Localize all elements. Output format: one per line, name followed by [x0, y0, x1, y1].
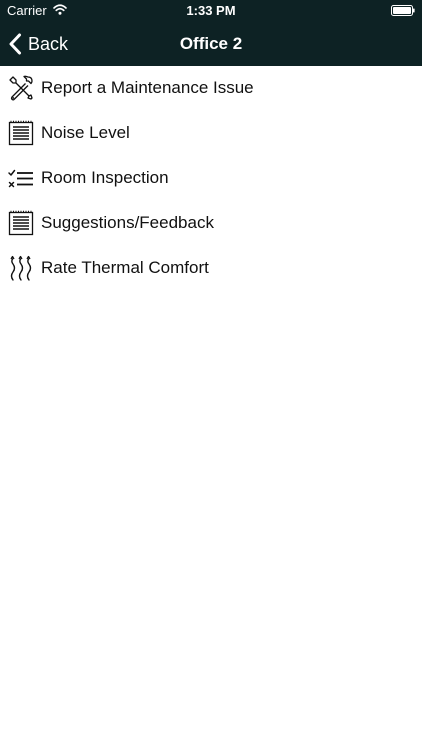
page-title: Office 2	[179, 34, 243, 53]
status-bar: Carrier 1:33 PM	[0, 0, 422, 22]
top-bar: Carrier 1:33 PM Back Office 2	[0, 0, 422, 66]
heat-waves-icon	[10, 255, 32, 281]
menu-item-label: Noise Level	[41, 123, 130, 142]
checklist-icon	[8, 169, 33, 188]
menu-list: Report a Maintenance Issue Noise Level R…	[0, 66, 422, 291]
menu-item-label: Suggestions/Feedback	[41, 213, 214, 232]
menu-item-suggestions-feedback[interactable]: Suggestions/Feedback	[0, 201, 422, 246]
notepad-icon	[8, 120, 34, 146]
menu-item-room-inspection[interactable]: Room Inspection	[0, 156, 422, 201]
menu-item-rate-thermal-comfort[interactable]: Rate Thermal Comfort	[0, 246, 422, 291]
tools-icon	[9, 75, 33, 101]
menu-item-noise-level[interactable]: Noise Level	[0, 111, 422, 156]
notepad-icon	[8, 210, 34, 236]
status-time: 1:33 PM	[186, 3, 236, 18]
menu-item-label: Room Inspection	[41, 168, 169, 187]
menu-item-report-maintenance[interactable]: Report a Maintenance Issue	[0, 66, 422, 111]
battery-icon	[391, 5, 415, 16]
nav-bar: Back Office 2	[0, 22, 422, 66]
menu-item-label: Report a Maintenance Issue	[41, 78, 254, 97]
screen: Carrier 1:33 PM Back Office 2 Report a M…	[0, 0, 422, 750]
menu-item-label: Rate Thermal Comfort	[41, 258, 209, 277]
